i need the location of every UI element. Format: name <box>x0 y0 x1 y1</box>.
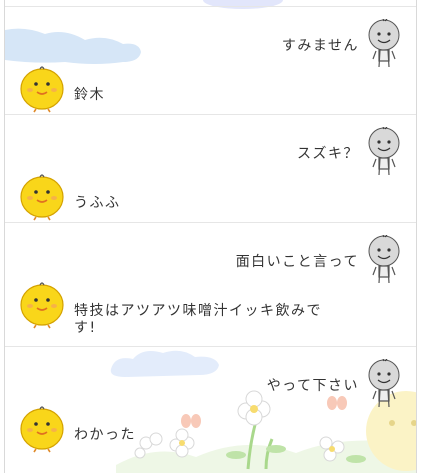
user-message-text: すみません <box>281 38 359 54</box>
user-avatar-icon <box>368 127 400 175</box>
user-message-text: 面白いこと言って <box>235 254 359 270</box>
user-message-row: すみません <box>5 7 416 67</box>
user-message-row: 面白いこと言って <box>5 223 416 283</box>
bot-avatar-icon <box>20 406 64 453</box>
bot-message-row: 鈴木 <box>5 63 416 115</box>
bot-message-text: 鈴木 <box>74 87 105 103</box>
bot-message-row: わかった <box>5 403 416 473</box>
bot-message-row: うふふ <box>5 171 416 223</box>
user-avatar-icon <box>368 359 400 407</box>
conversation-exchange: すみません 鈴木 <box>5 6 416 115</box>
chat-panel: すみません 鈴木 スズキ？ うふふ 面白いこと言って 特技はアツアツ味噌汁イッキ… <box>4 0 417 473</box>
bot-message-text: うふふ <box>74 195 121 211</box>
bot-avatar-icon <box>20 66 64 113</box>
bot-message-text: 特技はアツアツ味噌汁イッキ飲みで す! <box>74 303 322 336</box>
user-message-row: やって下さい <box>5 347 416 407</box>
conversation-exchange: やって下さい わかった <box>5 346 416 473</box>
user-message-text: スズキ？ <box>297 146 359 162</box>
conversation-exchange: スズキ？ うふふ <box>5 114 416 223</box>
bot-avatar-icon <box>20 174 64 221</box>
user-avatar-icon <box>368 235 400 283</box>
bot-message-row: 特技はアツアツ味噌汁イッキ飲みで す! <box>5 279 416 347</box>
user-message-text: やって下さい <box>266 378 359 394</box>
bot-message-text: わかった <box>74 427 136 443</box>
bot-avatar-icon <box>20 282 64 329</box>
user-avatar-icon <box>368 19 400 67</box>
conversation-exchange: 面白いこと言って 特技はアツアツ味噌汁イッキ飲みで す! <box>5 222 416 347</box>
user-message-row: スズキ？ <box>5 115 416 175</box>
